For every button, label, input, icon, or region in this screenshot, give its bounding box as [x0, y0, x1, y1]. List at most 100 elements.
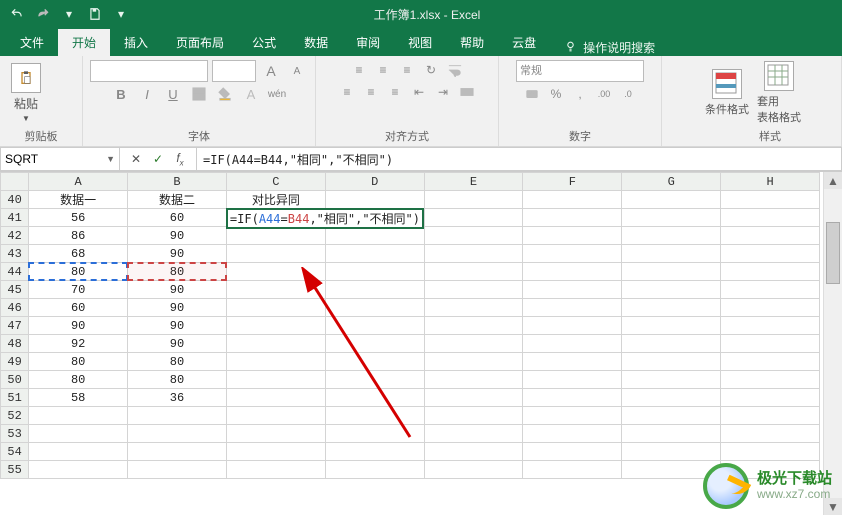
decrease-indent-button[interactable]: ⇤ — [409, 82, 429, 102]
cell[interactable] — [523, 263, 622, 281]
cell[interactable] — [523, 353, 622, 371]
cell[interactable]: 56 — [29, 209, 128, 227]
cell[interactable] — [325, 191, 424, 209]
cell[interactable] — [226, 245, 325, 263]
cell[interactable]: 90 — [128, 281, 227, 299]
cell[interactable] — [622, 281, 721, 299]
merge-button[interactable] — [457, 82, 477, 102]
align-left-button[interactable]: ≡ — [337, 82, 357, 102]
number-format-combo[interactable]: 常规 — [516, 60, 644, 82]
cell[interactable] — [226, 227, 325, 245]
redo-button[interactable] — [32, 3, 54, 25]
conditional-format-button[interactable]: 条件格式 — [705, 69, 749, 117]
cell[interactable] — [128, 443, 227, 461]
cell[interactable] — [523, 425, 622, 443]
tab-file[interactable]: 文件 — [6, 29, 58, 56]
align-top-button[interactable]: ≡ — [349, 60, 369, 80]
cell[interactable] — [226, 371, 325, 389]
cell[interactable] — [424, 389, 523, 407]
cell[interactable] — [622, 425, 721, 443]
name-box[interactable]: SQRT ▼ — [0, 147, 120, 171]
cell[interactable] — [424, 263, 523, 281]
cell[interactable] — [721, 389, 820, 407]
cell[interactable] — [622, 353, 721, 371]
cancel-formula-button[interactable]: ✕ — [126, 149, 146, 169]
row-header[interactable]: 45 — [1, 281, 29, 299]
align-right-button[interactable]: ≡ — [385, 82, 405, 102]
orientation-button[interactable]: ↻ — [421, 60, 441, 80]
underline-button[interactable]: U — [162, 84, 184, 104]
cell[interactable] — [325, 245, 424, 263]
decrease-decimal-button[interactable]: .0 — [618, 84, 638, 104]
row-header[interactable]: 43 — [1, 245, 29, 263]
cell[interactable]: 对比异同 — [226, 191, 325, 209]
row-header[interactable]: 50 — [1, 371, 29, 389]
cell[interactable] — [622, 209, 721, 227]
customize-qat-dropdown[interactable]: ▾ — [58, 3, 80, 25]
cell[interactable]: 36 — [128, 389, 227, 407]
cell[interactable]: 90 — [128, 317, 227, 335]
cell[interactable] — [721, 335, 820, 353]
cell[interactable] — [128, 461, 227, 479]
cell[interactable] — [523, 209, 622, 227]
cell[interactable] — [128, 425, 227, 443]
increase-decimal-button[interactable]: .00 — [594, 84, 614, 104]
comma-button[interactable]: , — [570, 84, 590, 104]
col-header-C[interactable]: C — [226, 173, 325, 191]
font-color-button[interactable]: A — [240, 84, 262, 104]
cell[interactable] — [325, 353, 424, 371]
cell[interactable] — [721, 245, 820, 263]
cell[interactable]: 92 — [29, 335, 128, 353]
cell[interactable]: 90 — [128, 245, 227, 263]
cell[interactable] — [424, 227, 523, 245]
select-all-corner[interactable] — [1, 173, 29, 191]
cell[interactable] — [523, 407, 622, 425]
tell-me-search[interactable]: 操作说明搜索 — [564, 39, 655, 56]
align-middle-button[interactable]: ≡ — [373, 60, 393, 80]
shrink-font-button[interactable]: A — [286, 61, 308, 81]
cell[interactable]: 90 — [29, 317, 128, 335]
tab-layout[interactable]: 页面布局 — [162, 29, 238, 56]
cell[interactable] — [325, 407, 424, 425]
cell[interactable] — [523, 281, 622, 299]
tab-formula[interactable]: 公式 — [238, 29, 290, 56]
cell[interactable] — [325, 389, 424, 407]
row-header[interactable]: 51 — [1, 389, 29, 407]
cell[interactable] — [226, 317, 325, 335]
cell[interactable] — [424, 299, 523, 317]
cell[interactable]: 60 — [128, 209, 227, 227]
cell[interactable] — [226, 443, 325, 461]
col-header-H[interactable]: H — [721, 173, 820, 191]
cell[interactable] — [523, 443, 622, 461]
cell[interactable] — [721, 209, 820, 227]
tab-review[interactable]: 审阅 — [342, 29, 394, 56]
row-header[interactable]: 49 — [1, 353, 29, 371]
font-size-combo[interactable] — [212, 60, 256, 82]
tab-home[interactable]: 开始 — [58, 29, 110, 56]
tab-insert[interactable]: 插入 — [110, 29, 162, 56]
wrap-text-button[interactable] — [445, 60, 465, 80]
cell[interactable] — [622, 245, 721, 263]
cell[interactable] — [523, 371, 622, 389]
row-header[interactable]: 41 — [1, 209, 29, 227]
tab-data[interactable]: 数据 — [290, 29, 342, 56]
cell[interactable] — [128, 407, 227, 425]
cell[interactable]: 90 — [128, 227, 227, 245]
cell[interactable] — [721, 443, 820, 461]
cell[interactable] — [424, 209, 523, 227]
align-bottom-button[interactable]: ≡ — [397, 60, 417, 80]
cell[interactable]: 数据一 — [29, 191, 128, 209]
cell[interactable] — [721, 353, 820, 371]
cell[interactable] — [622, 299, 721, 317]
percent-button[interactable]: % — [546, 84, 566, 104]
col-header-B[interactable]: B — [128, 173, 227, 191]
cell[interactable] — [226, 299, 325, 317]
fill-color-button[interactable] — [214, 84, 236, 104]
scroll-up-button[interactable]: ▲ — [824, 172, 842, 189]
accept-formula-button[interactable]: ✓ — [148, 149, 168, 169]
cell[interactable] — [622, 389, 721, 407]
cell[interactable]: 70 — [29, 281, 128, 299]
col-header-F[interactable]: F — [523, 173, 622, 191]
cell[interactable]: 80 — [128, 263, 227, 281]
cell[interactable] — [523, 461, 622, 479]
